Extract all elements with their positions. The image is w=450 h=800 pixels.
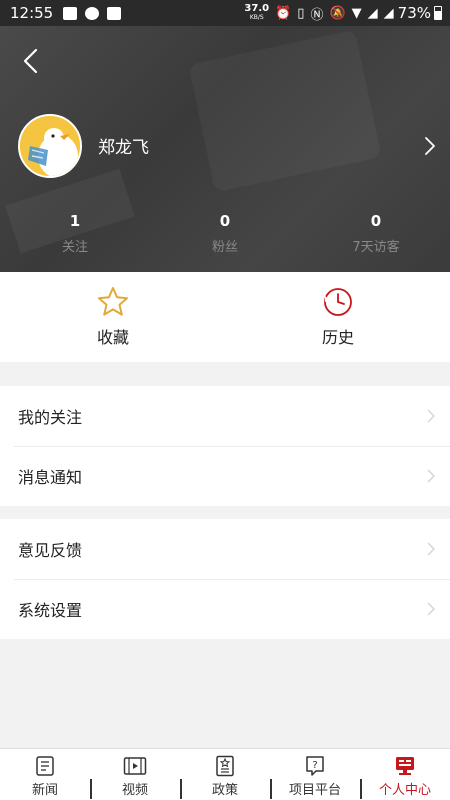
- project-icon: ?: [306, 756, 324, 776]
- nfc-icon: Ⓝ: [310, 7, 324, 23]
- tab-video[interactable]: 视频: [90, 749, 180, 800]
- stat-visitors[interactable]: 0 7天访客: [326, 212, 426, 255]
- tab-label: 个人中心: [378, 783, 431, 798]
- notification-icons: [63, 6, 122, 20]
- history-label: 历史: [321, 328, 354, 347]
- zhihu-icon: [85, 6, 100, 20]
- system-icons: ⏰ ▯ Ⓝ 🔕 ▼ ◢ ◢: [275, 4, 394, 23]
- wifi-icon: ▼: [351, 5, 362, 21]
- menu-item-label: 我的关注: [18, 408, 83, 427]
- stat-label: 粉丝: [211, 240, 238, 255]
- favorites-button[interactable]: 收藏: [53, 286, 173, 350]
- menu-item-label: 系统设置: [18, 601, 83, 620]
- avatar[interactable]: [18, 114, 82, 178]
- stat-value: 0: [219, 212, 231, 230]
- duck-avatar-icon: [20, 116, 80, 176]
- header-background-decoration: [188, 29, 382, 193]
- net-speed: 37.0 KB/S: [244, 3, 270, 22]
- signal-icon: ◢: [367, 5, 378, 21]
- status-time: 12:55: [10, 4, 54, 22]
- menu-item-label: 消息通知: [18, 468, 83, 487]
- bottom-tab-bar: 新闻 视频 政策 ? 项目平台 个人中心: [0, 748, 450, 800]
- stat-label: 关注: [61, 240, 88, 255]
- battery-percent: 73%: [397, 4, 431, 22]
- battery-icon: [434, 6, 442, 20]
- alarm-icon: ⏰: [275, 5, 292, 21]
- stat-label: 7天访客: [352, 240, 400, 255]
- tab-news[interactable]: 新闻: [0, 749, 90, 800]
- menu-group-2: 意见反馈 系统设置: [0, 519, 450, 639]
- tab-profile-center[interactable]: 个人中心: [360, 749, 450, 800]
- chevron-right-icon: [427, 409, 436, 423]
- signal-icon-2: ◢: [383, 5, 394, 21]
- chevron-right-icon: [427, 542, 436, 556]
- tab-label: 视频: [121, 783, 148, 798]
- menu-item-settings[interactable]: 系统设置: [0, 579, 450, 639]
- policy-icon: [216, 755, 234, 777]
- stat-value: 1: [69, 212, 81, 230]
- menu-group-1: 我的关注 消息通知: [0, 386, 450, 506]
- menu-item-feedback[interactable]: 意见反馈: [0, 519, 450, 579]
- chevron-right-icon: [427, 469, 436, 483]
- news-icon: [36, 756, 54, 776]
- username[interactable]: 郑龙飞: [98, 133, 149, 158]
- menu-item-notifications[interactable]: 消息通知: [0, 446, 450, 506]
- mute-icon: 🔕: [329, 5, 346, 21]
- tab-policy[interactable]: 政策: [180, 749, 270, 800]
- chevron-right-icon[interactable]: [420, 134, 440, 158]
- history-button[interactable]: 历史: [278, 286, 398, 350]
- stat-fans[interactable]: 0 粉丝: [175, 212, 275, 255]
- quick-actions: 收藏 历史: [0, 272, 450, 362]
- menu-item-my-follows[interactable]: 我的关注: [0, 386, 450, 446]
- mail-icon: [63, 6, 78, 20]
- image-icon: [107, 6, 122, 20]
- favorites-label: 收藏: [96, 328, 129, 347]
- stat-following[interactable]: 1 关注: [25, 212, 125, 255]
- back-icon[interactable]: [16, 46, 46, 76]
- status-bar: 12:55 37.0 KB/S ⏰ ▯ Ⓝ 🔕 ▼ ◢ ◢ 73%: [0, 0, 450, 26]
- menu-item-label: 意见反馈: [18, 541, 83, 560]
- tab-label: 政策: [211, 783, 238, 798]
- history-clock-icon: [324, 288, 352, 316]
- tab-label: 新闻: [31, 783, 58, 798]
- star-icon: [98, 287, 128, 316]
- profile-center-icon: [396, 757, 414, 775]
- profile-header: 郑龙飞 1 关注 0 粉丝 0 7天访客: [0, 26, 450, 272]
- chevron-right-icon: [427, 602, 436, 616]
- video-icon: [123, 757, 147, 775]
- tab-project-platform[interactable]: ? 项目平台: [270, 749, 360, 800]
- stat-value: 0: [370, 212, 382, 230]
- tab-label: 项目平台: [288, 783, 341, 798]
- vibrate-icon: ▯: [297, 5, 305, 21]
- svg-text:?: ?: [312, 760, 317, 771]
